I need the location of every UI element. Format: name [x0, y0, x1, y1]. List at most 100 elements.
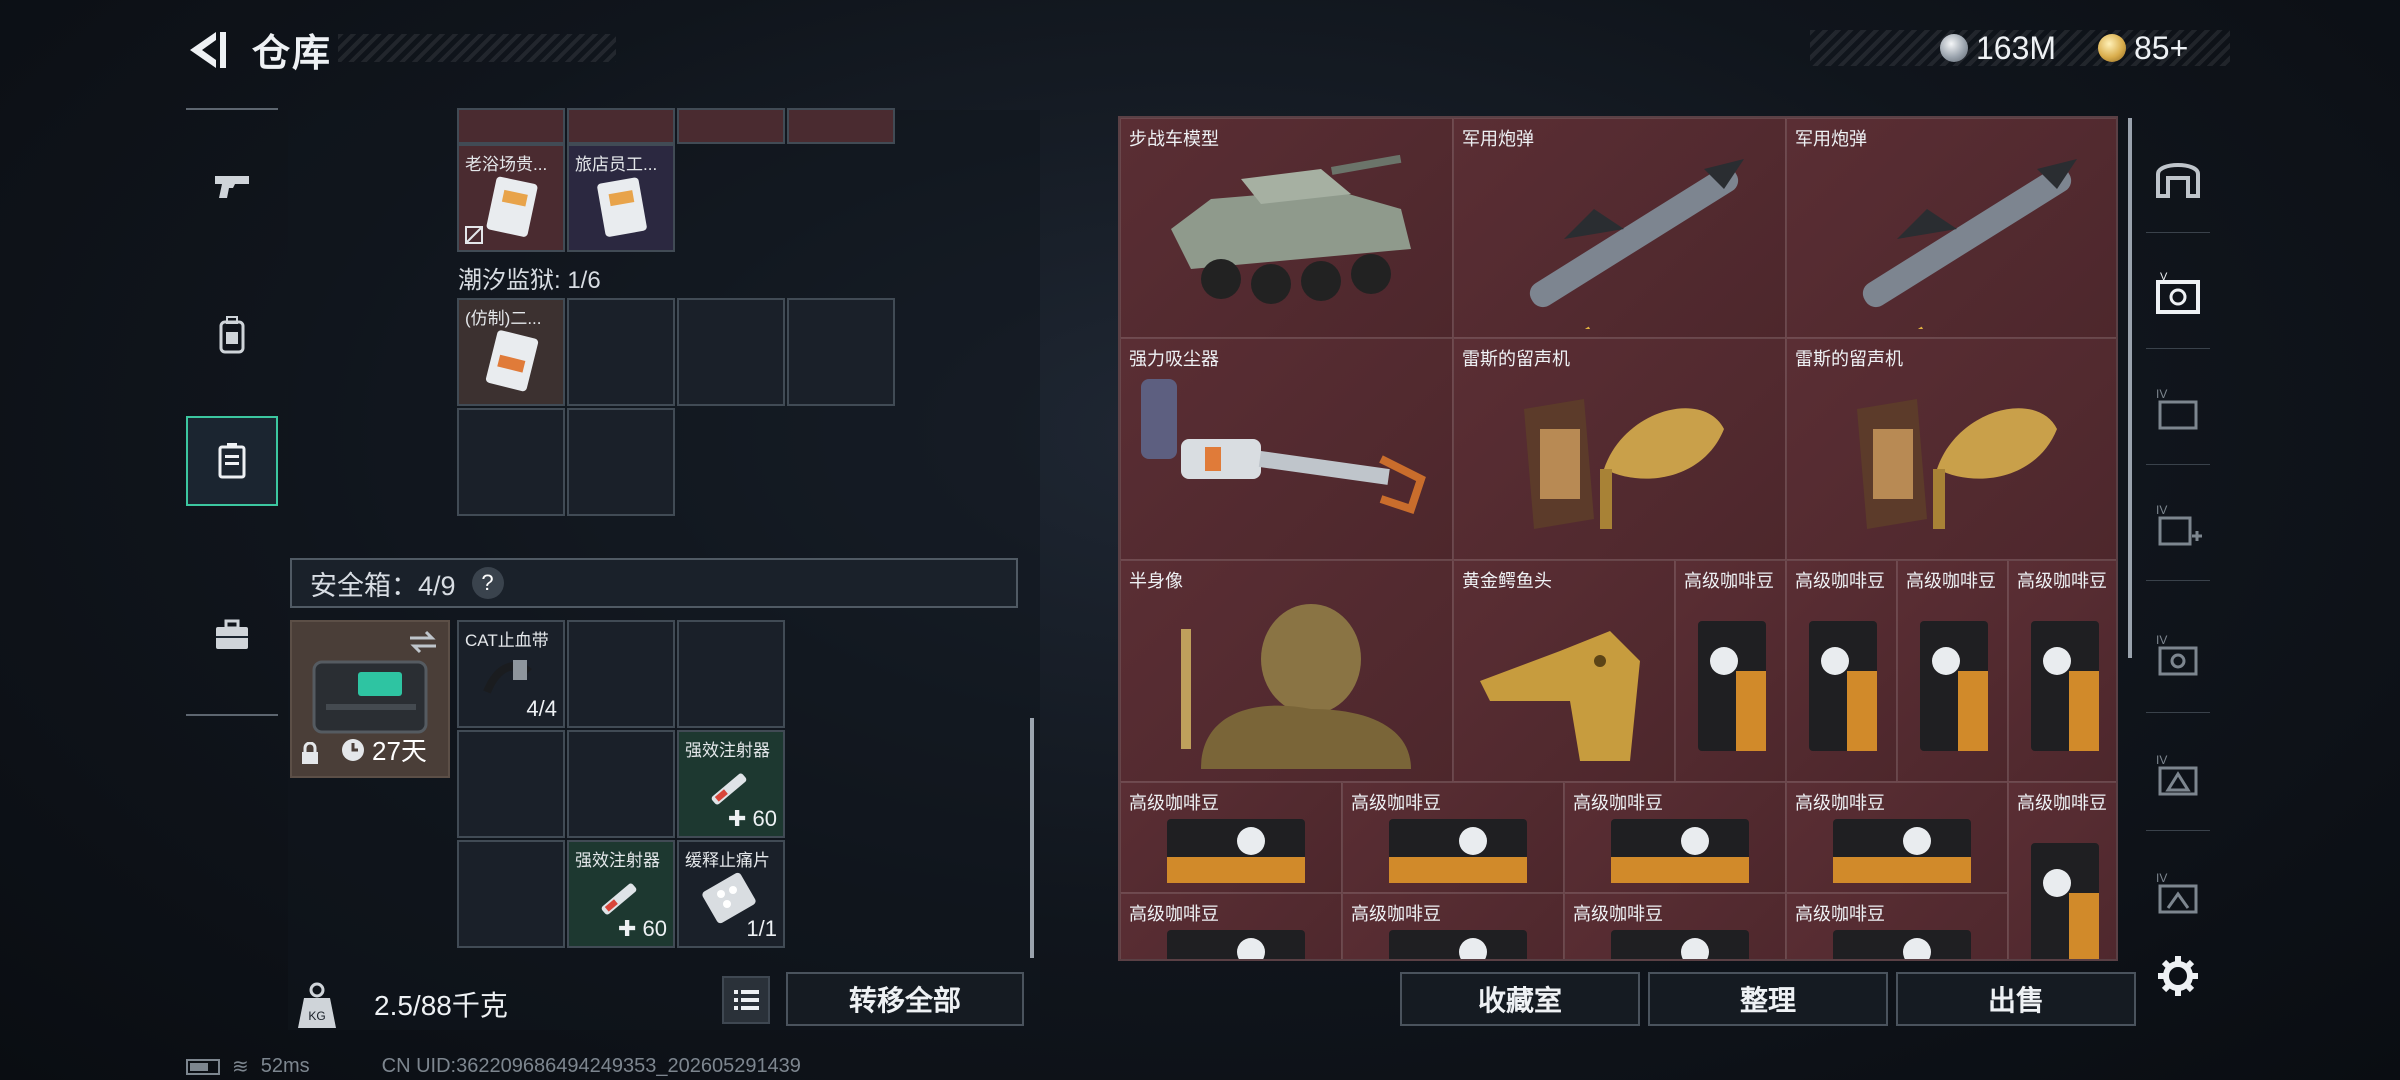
item-card[interactable]: (仿制)二...: [457, 298, 565, 406]
grid-cell[interactable]: [457, 408, 565, 516]
item-label: 高级咖啡豆: [1684, 571, 1774, 591]
coffee-bag-icon: [1698, 621, 1766, 751]
stash-item[interactable]: 步战车模型: [1120, 118, 1453, 338]
stash-item[interactable]: 雷斯的留声机: [1453, 338, 1786, 560]
gold-currency[interactable]: 85+: [2098, 26, 2188, 70]
stash-item[interactable]: 高级咖啡豆: [1564, 782, 1786, 893]
nav-stash-page-1[interactable]: V: [2142, 258, 2214, 330]
stash-item[interactable]: 高级咖啡豆: [1120, 893, 1342, 959]
no-trade-icon: [465, 226, 483, 244]
shelter-icon: [2156, 163, 2200, 198]
silver-currency: 163M: [1940, 26, 2056, 70]
stash-item[interactable]: 黄金鳄鱼头: [1453, 560, 1675, 782]
separator: [2146, 464, 2210, 465]
stash-item[interactable]: 高级咖啡豆: [2008, 782, 2116, 959]
stash-item[interactable]: 高级咖啡豆: [1786, 893, 2008, 959]
nav-stash-page-2[interactable]: IV: [2142, 374, 2214, 446]
item-label: 黄金鳄鱼头: [1462, 571, 1552, 591]
grid-cell[interactable]: [567, 298, 675, 406]
swap-icon[interactable]: [408, 630, 438, 654]
grid-cell: [567, 108, 675, 144]
collection-room-button[interactable]: 收藏室: [1400, 972, 1640, 1026]
back-arrow-icon[interactable]: [182, 28, 230, 72]
gold-amount: 85+: [2134, 29, 2189, 66]
item-label: (仿制)二...: [465, 309, 542, 328]
stash-item[interactable]: 高级咖啡豆: [1120, 782, 1342, 893]
coffee-bag-icon: [1833, 930, 1971, 959]
grid-cell[interactable]: [567, 730, 675, 838]
item-card[interactable]: 旅店员工...: [567, 144, 675, 252]
item-card[interactable]: 强效注射器 ✚ 60: [677, 730, 785, 838]
left-scrollbar[interactable]: [1030, 718, 1034, 958]
item-label: 雷斯的留声机: [1795, 349, 1903, 369]
stash-grid: 步战车模型 军用炮弹 军用炮弹 强力吸尘器 雷斯的留声机 雷斯的留声机 半身像 …: [1118, 116, 2118, 961]
weight-icon: KG: [298, 982, 336, 1028]
item-card[interactable]: 老浴场贵...: [457, 144, 565, 252]
grid-cell[interactable]: [567, 408, 675, 516]
nav-stash-page-5[interactable]: IV: [2142, 858, 2214, 930]
coffee-bag-icon: [1833, 819, 1971, 883]
transfer-all-button[interactable]: 转移全部: [786, 972, 1024, 1026]
separator: [2146, 712, 2210, 713]
nav-stash-add[interactable]: IV: [2142, 490, 2214, 562]
stash-item[interactable]: 高级咖啡豆: [2008, 560, 2116, 782]
briefcase-icon: [216, 619, 248, 649]
settings-button[interactable]: [2142, 940, 2214, 1012]
item-label: 高级咖啡豆: [2017, 571, 2107, 591]
nav-stash-page-3[interactable]: IV: [2142, 620, 2214, 692]
nav-briefcase[interactable]: [186, 590, 278, 680]
gramophone-icon: [1857, 399, 2057, 529]
list-view-button[interactable]: [722, 976, 770, 1024]
stash-item[interactable]: 高级咖啡豆: [1342, 893, 1564, 959]
separator: [2146, 830, 2210, 831]
organize-button[interactable]: 整理: [1648, 972, 1888, 1026]
safebox-label: 安全箱：4/9: [310, 570, 456, 601]
nav-weapon[interactable]: [186, 140, 278, 230]
keycard-icon: [486, 176, 538, 237]
grid-cell[interactable]: [457, 840, 565, 948]
grid-cell[interactable]: [457, 730, 565, 838]
left-nav: [186, 108, 278, 716]
item-count: ✚ 60: [617, 916, 667, 941]
stash-item[interactable]: 强力吸尘器: [1120, 338, 1453, 560]
safebox-card[interactable]: 27天: [290, 620, 450, 778]
stash-item[interactable]: 高级咖啡豆: [1675, 560, 1786, 782]
item-card[interactable]: CAT止血带 4/4: [457, 620, 565, 728]
grid-cell: [457, 108, 565, 144]
svg-text:IV: IV: [2156, 503, 2167, 517]
sell-button[interactable]: 出售: [1896, 972, 2136, 1026]
vacuum-icon: [1141, 379, 1426, 515]
item-count: 1/1: [746, 916, 777, 941]
item-card[interactable]: 强效注射器 ✚ 60: [567, 840, 675, 948]
coffee-bag-icon: [1167, 930, 1305, 959]
stash-item[interactable]: 高级咖啡豆: [1786, 560, 1897, 782]
nav-stash-page-4[interactable]: IV: [2142, 740, 2214, 812]
backpack-icon: [219, 316, 245, 354]
nav-safebox[interactable]: [186, 416, 278, 506]
clock-icon: [342, 738, 364, 761]
grid-cell: [787, 108, 895, 144]
item-card[interactable]: 缓释止痛片 1/1: [677, 840, 785, 948]
stash-item[interactable]: 军用炮弹: [1453, 118, 1786, 338]
stash-item[interactable]: 高级咖啡豆: [1342, 782, 1564, 893]
nav-hideout[interactable]: [2142, 142, 2214, 214]
stash-item[interactable]: 雷斯的留声机: [1786, 338, 2116, 560]
grid-cell[interactable]: [567, 620, 675, 728]
stash-item[interactable]: 高级咖啡豆: [1564, 893, 1786, 959]
tourniquet-icon: [483, 660, 532, 694]
grid-cell[interactable]: [677, 298, 785, 406]
grid-cell[interactable]: [787, 298, 895, 406]
stash-item[interactable]: 高级咖啡豆: [1786, 782, 2008, 893]
help-icon[interactable]: ?: [471, 567, 504, 599]
grid-cell[interactable]: [677, 620, 785, 728]
safebox-header: 安全箱：4/9 ?: [290, 558, 1018, 608]
gold-coin-icon: [2098, 34, 2126, 62]
item-label: 高级咖啡豆: [1795, 571, 1885, 591]
stash-item[interactable]: 高级咖啡豆: [1897, 560, 2008, 782]
stash-scrollbar[interactable]: [2128, 118, 2132, 658]
item-label: 高级咖啡豆: [1906, 571, 1996, 591]
list-icon: [734, 990, 759, 1010]
nav-backpack[interactable]: [186, 290, 278, 380]
stash-item[interactable]: 半身像: [1120, 560, 1453, 782]
stash-item[interactable]: 军用炮弹: [1786, 118, 2116, 338]
